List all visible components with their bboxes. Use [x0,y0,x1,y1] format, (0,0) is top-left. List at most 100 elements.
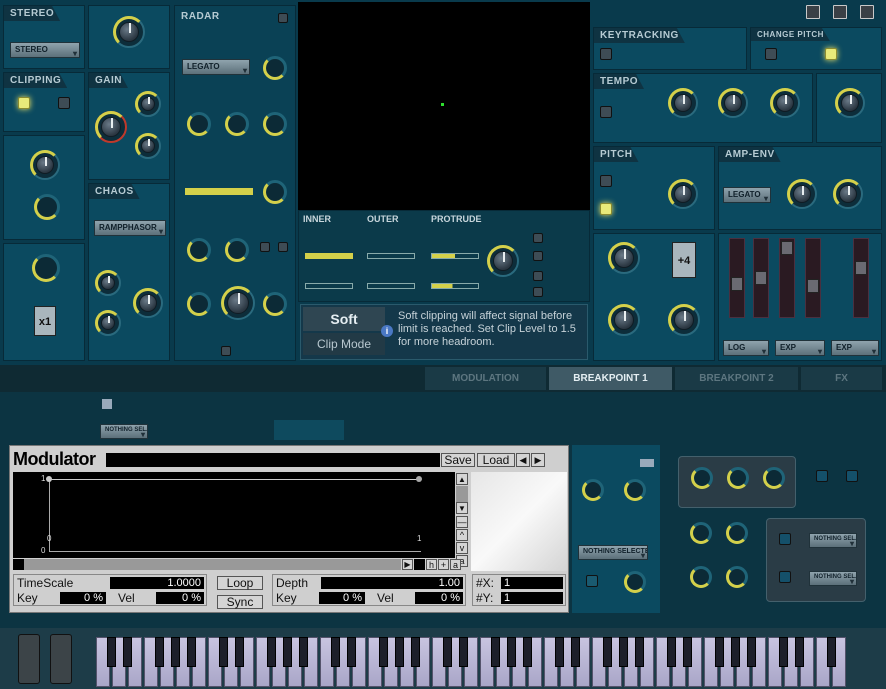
black-key[interactable] [187,637,196,667]
radar-ring-8[interactable] [187,292,211,316]
stereo-width-knob[interactable] [113,16,145,48]
graph-point-end[interactable] [416,476,422,482]
radar-main-knob[interactable] [221,286,255,320]
clip-amount-ring[interactable] [34,194,60,220]
sync-button[interactable]: Sync [217,595,263,609]
outer-slider-2[interactable] [367,283,415,289]
mod-wheel[interactable] [50,634,72,684]
modulator-load-button[interactable]: Load [477,453,515,467]
clip-level-knob[interactable] [30,150,60,180]
black-key[interactable] [411,637,420,667]
graph-zoom-plus[interactable]: + [438,559,449,570]
graph-hscroll-left[interactable] [13,559,24,570]
radar-btn-b[interactable] [278,242,288,252]
black-key[interactable] [667,637,676,667]
black-key[interactable] [603,637,612,667]
graph-shape-down[interactable]: v [456,542,468,554]
tab-modulation[interactable]: MODULATION [425,367,546,390]
modulator-preset-name[interactable] [106,453,440,467]
tab-breakpoint-1[interactable]: BREAKPOINT 1 [549,367,672,390]
black-key[interactable] [107,637,116,667]
pitch-fine-knob[interactable] [608,242,640,274]
attack-curve-dropdown[interactable]: LOG [723,340,769,356]
black-key[interactable] [619,637,628,667]
gain-main-knob[interactable] [95,111,127,143]
vel2-value[interactable]: 0 % [415,592,463,604]
modulator-next-button[interactable]: ▶ [531,453,545,467]
key-value[interactable]: 0 % [60,592,106,604]
graph-auto-h[interactable]: h [426,559,437,570]
black-key[interactable] [379,637,388,667]
clipping-toggle-on[interactable] [18,97,30,109]
bp-ring-10[interactable] [726,566,748,588]
black-key[interactable] [219,637,228,667]
change-pitch-off[interactable] [765,48,777,60]
tab-breakpoint-2[interactable]: BREAKPOINT 2 [675,367,798,390]
radar-bottom-btn[interactable] [221,346,231,356]
radar-toggle[interactable] [278,13,288,23]
graph-scroll-up[interactable]: ▲ [456,473,468,485]
pitch-wheel[interactable] [18,634,40,684]
black-key[interactable] [123,637,132,667]
sustain-fader[interactable] [779,238,795,318]
graph-auto-all[interactable]: a [450,559,461,570]
vel-value[interactable]: 0 % [156,592,204,604]
attack-fader[interactable] [729,238,745,318]
black-key[interactable] [827,637,836,667]
pitch-toggle-off[interactable] [600,175,612,187]
black-key[interactable] [491,637,500,667]
protrude-slider-2[interactable] [431,283,479,289]
modulator-prev-button[interactable]: ◀ [516,453,530,467]
black-key[interactable] [459,637,468,667]
pitch-mod-knob-1[interactable] [608,304,640,336]
black-key[interactable] [171,637,180,667]
radar-ring-2[interactable] [187,112,211,136]
black-key[interactable] [267,637,276,667]
save-preset-icon[interactable] [806,5,820,19]
pitch-mod-knob-2[interactable] [668,304,700,336]
amp-env-knob-2[interactable] [833,179,863,209]
bp-ring-8[interactable] [726,522,748,544]
radar-ring-4[interactable] [263,112,287,136]
shape-btn-1[interactable] [533,233,543,243]
black-key[interactable] [571,637,580,667]
black-key[interactable] [283,637,292,667]
decay-curve-dropdown[interactable]: EXP [775,340,825,356]
shape-btn-3[interactable] [533,271,543,281]
y-value[interactable]: 1 [501,592,563,604]
chaos-knob-1[interactable] [95,270,121,296]
radar-ring-6[interactable] [187,238,211,262]
shape-btn-4[interactable] [533,287,543,297]
radar-ring-3[interactable] [225,112,249,136]
radar-slider[interactable] [185,188,253,195]
depth-value[interactable]: 1.00 [321,577,463,589]
bp-target-btn-2[interactable] [779,571,791,583]
inner-slider-2[interactable] [305,283,353,289]
black-key[interactable] [395,637,404,667]
black-key[interactable] [235,637,244,667]
bp-small-btn-2[interactable] [846,470,858,482]
loop-button[interactable]: Loop [217,576,263,590]
black-key[interactable] [635,637,644,667]
transpose-stepper[interactable]: +4 [672,242,696,278]
graph-hscroll[interactable] [13,559,401,570]
black-key[interactable] [331,637,340,667]
bp-toggle[interactable] [586,575,598,587]
black-key[interactable] [795,637,804,667]
black-key[interactable] [715,637,724,667]
radar-btn-a[interactable] [260,242,270,252]
timescale-value[interactable]: 1.0000 [110,577,204,589]
spread-ring[interactable] [32,254,60,282]
level-fader[interactable] [853,238,869,318]
protrude-slider-1[interactable] [431,253,479,259]
release-fader[interactable] [805,238,821,318]
bp-target-dropdown-2[interactable]: NOTHING SEL... [809,571,857,586]
graph-hscroll-right[interactable]: ▶ [402,559,413,570]
outer-slider-1[interactable] [367,253,415,259]
black-key[interactable] [683,637,692,667]
tempo-knob-4[interactable] [835,88,865,118]
shape-btn-2[interactable] [533,251,543,261]
pitch-knob[interactable] [668,179,698,209]
browse-icon[interactable] [860,5,874,19]
save-as-icon[interactable] [833,5,847,19]
